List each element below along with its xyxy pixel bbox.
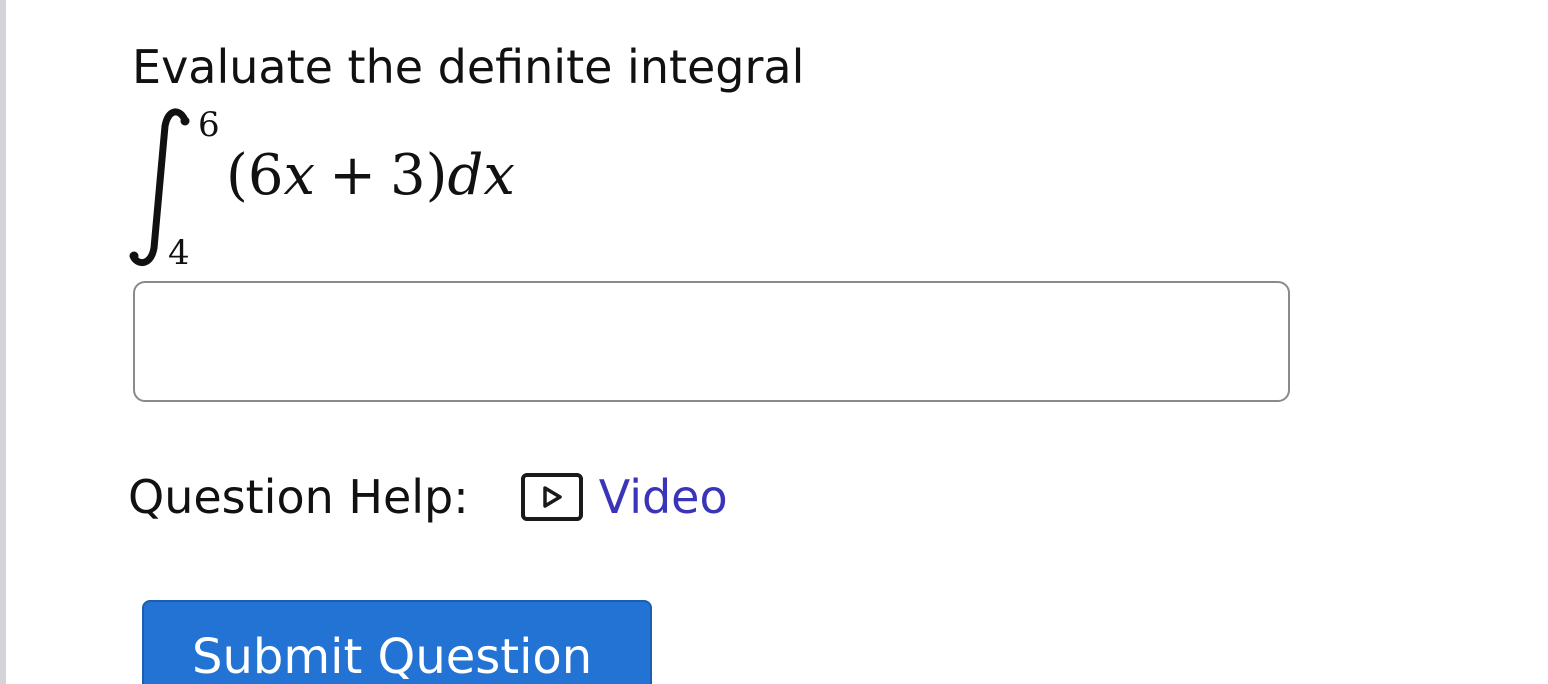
- close-paren: ): [425, 143, 448, 208]
- constant: 3: [390, 143, 426, 208]
- integral-upper-limit: 6: [198, 105, 220, 145]
- variable: x: [283, 143, 316, 208]
- left-border-rule: [0, 0, 6, 684]
- submit-question-button[interactable]: Submit Question: [142, 600, 652, 684]
- integral-lower-limit: 4: [168, 233, 190, 273]
- differential: dx: [447, 143, 515, 208]
- play-video-icon[interactable]: [520, 473, 583, 521]
- play-triangle-icon: [542, 486, 562, 508]
- integrand: (6x +3)dx: [226, 148, 515, 204]
- question-prompt: Evaluate the definite integral: [132, 40, 805, 94]
- plus-operator: +: [329, 143, 377, 208]
- question-help-row: Question Help: Video: [128, 462, 728, 532]
- coefficient: 6: [247, 143, 284, 208]
- question-help-label: Question Help:: [128, 470, 469, 524]
- video-link[interactable]: Video: [599, 470, 728, 524]
- question-page: Evaluate the definite integral 6 4 (6x +3…: [0, 0, 1548, 684]
- open-paren: (: [226, 143, 248, 208]
- integral-expression: 6 4 (6x +3)dx: [128, 108, 608, 278]
- answer-input[interactable]: [133, 281, 1290, 402]
